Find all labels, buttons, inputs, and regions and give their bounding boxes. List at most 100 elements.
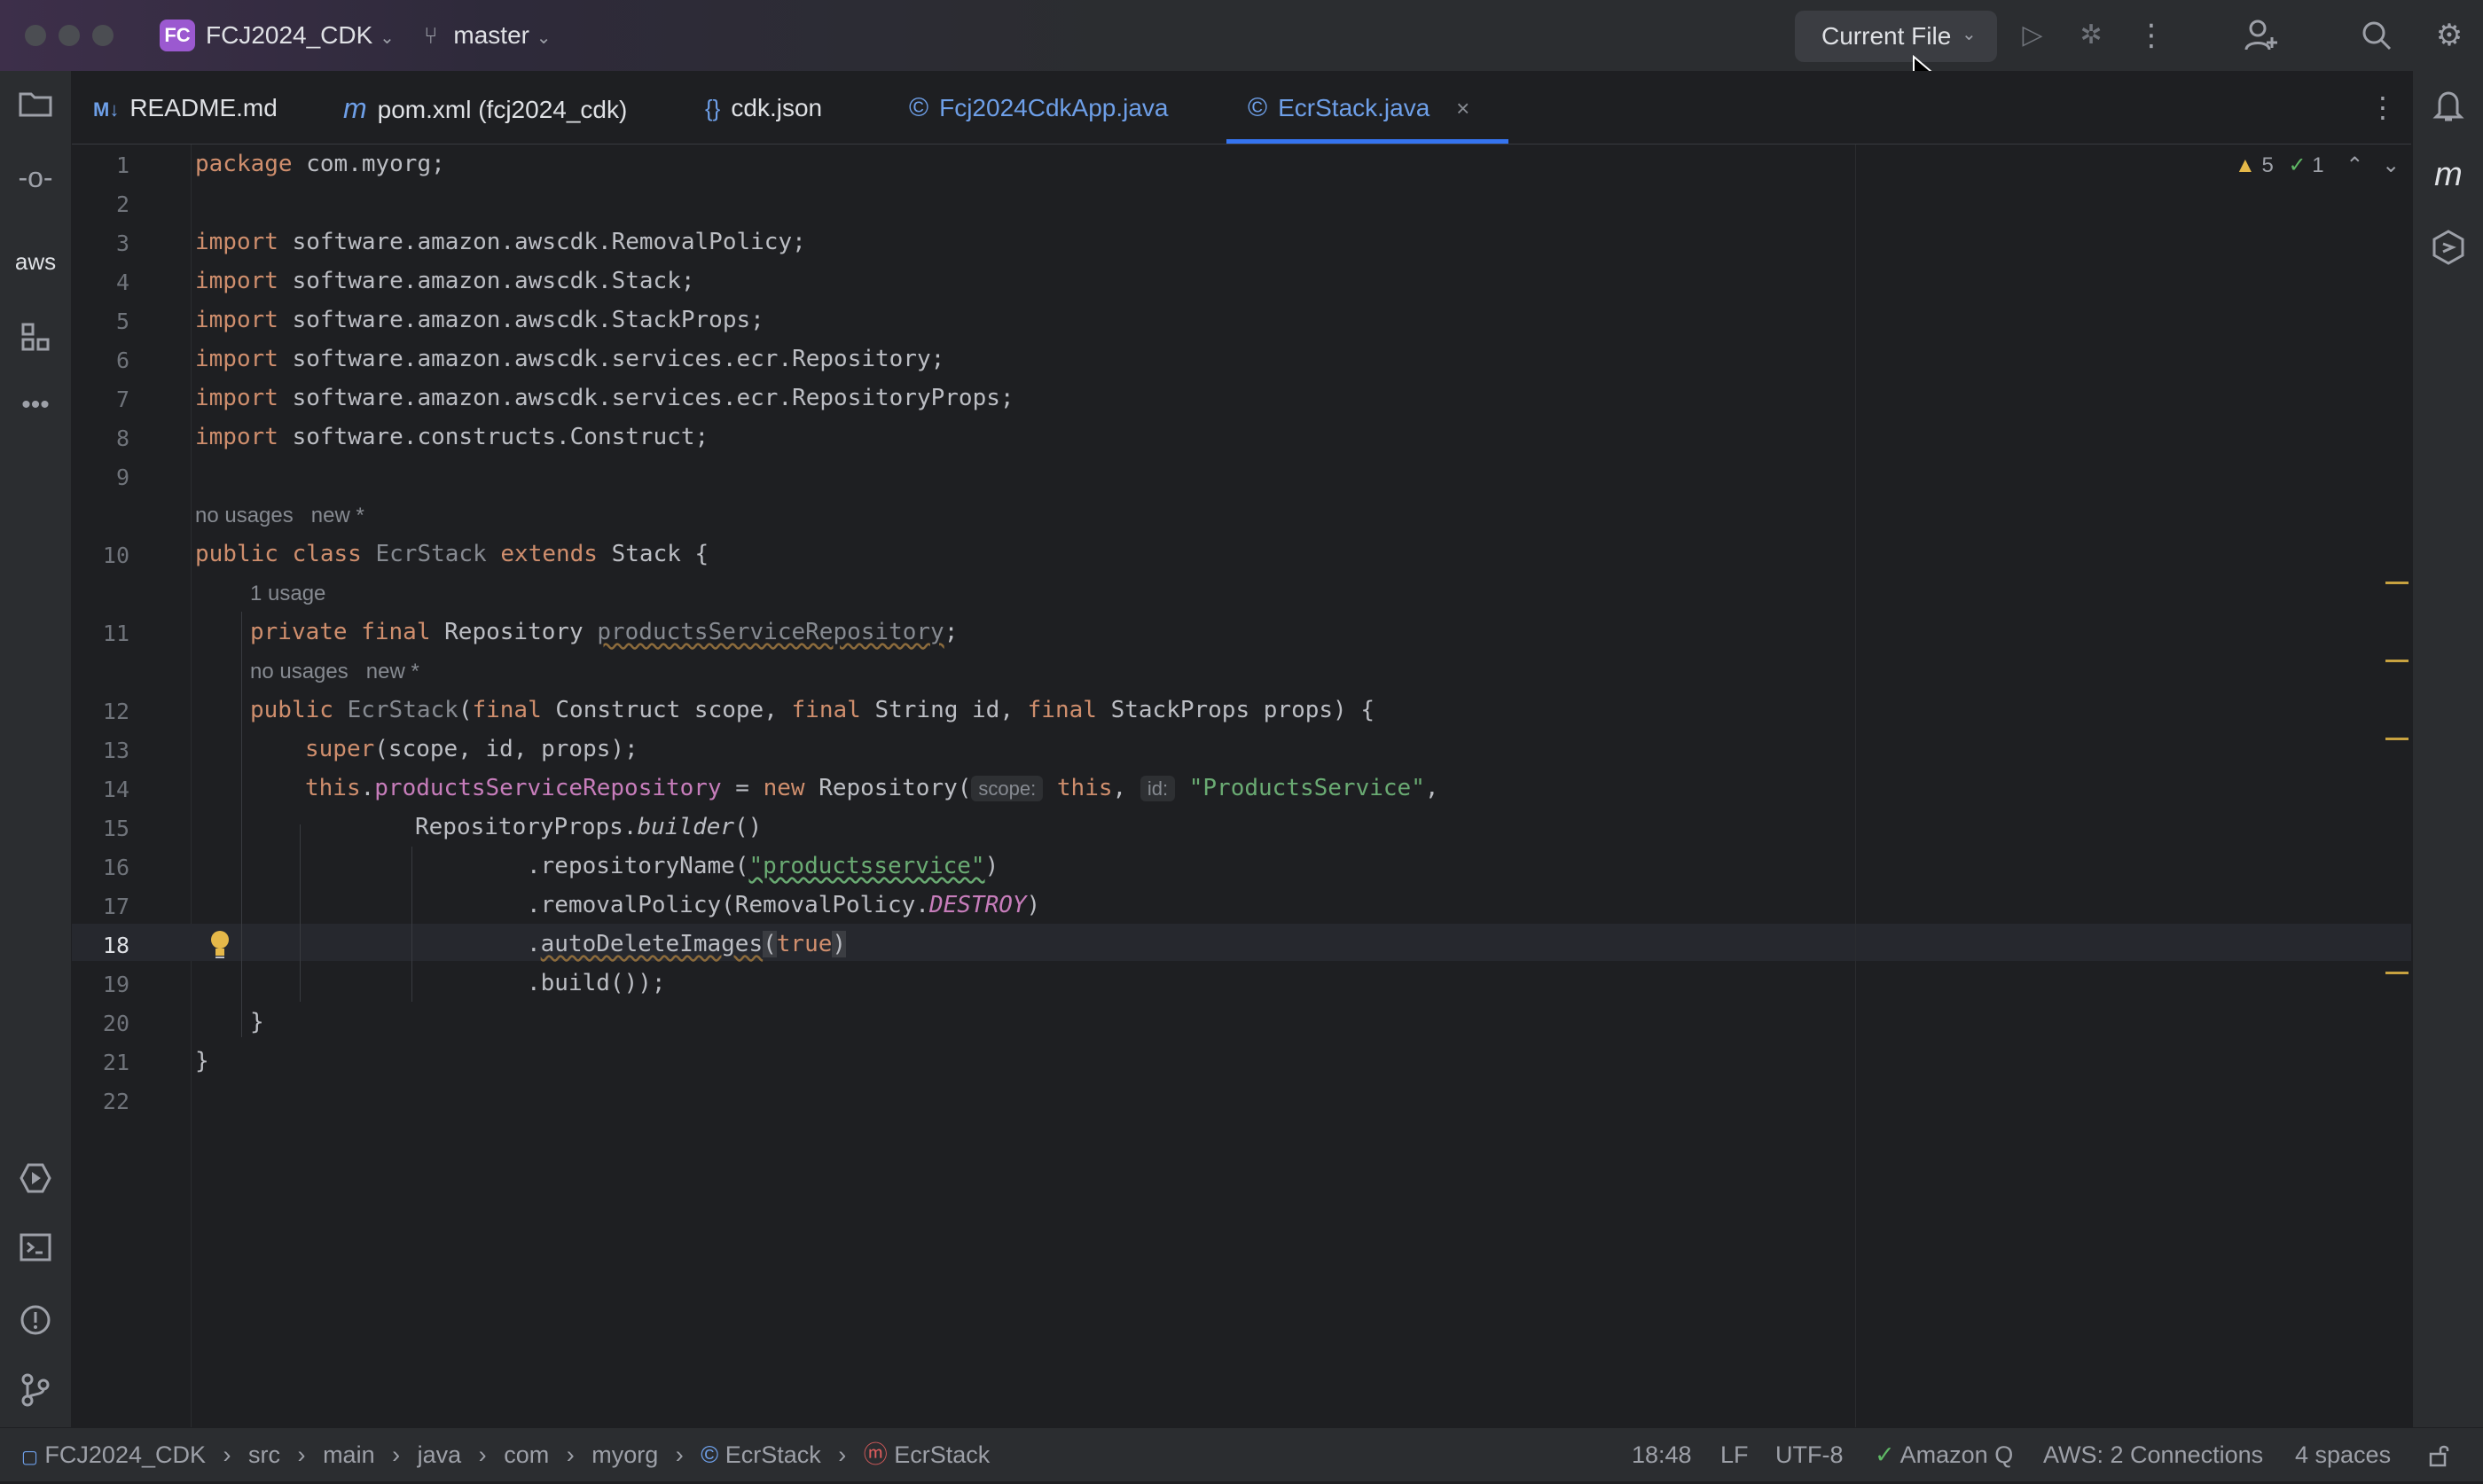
parameter-hint: id:	[1140, 776, 1176, 801]
chevron-down-icon: ⌄	[536, 28, 552, 48]
project-name: FCJ2024_CDK	[206, 21, 373, 49]
maven-icon[interactable]: m	[2413, 156, 2483, 194]
code-line: .build());	[527, 970, 666, 996]
amazon-q-status[interactable]: ✓ Amazon Q	[1875, 1428, 2013, 1481]
notifications-bell-icon[interactable]	[2413, 89, 2483, 132]
tab-pom-xml[interactable]: m pom.xml (fcj2024_cdk)	[343, 71, 627, 144]
code-line: }	[250, 1009, 264, 1035]
breadcrumb-item[interactable]: EcrStack	[725, 1441, 821, 1468]
tab-ecrstack-java[interactable]: © EcrStack.java ×	[1226, 71, 1508, 144]
next-highlight-icon[interactable]: ⌄	[2382, 153, 2400, 177]
breadcrumb-item[interactable]: src	[248, 1441, 280, 1468]
indent-setting[interactable]: 4 spaces	[2295, 1428, 2391, 1481]
usage-hint[interactable]: 1 usage	[250, 582, 325, 606]
chevron-right-icon: ›	[297, 1441, 306, 1468]
settings-gear-icon[interactable]: ⚙	[2430, 0, 2469, 71]
line-number: 8	[115, 426, 129, 451]
line-number: 10	[102, 543, 129, 568]
code-with-me-icon[interactable]	[2244, 18, 2279, 53]
commit-icon[interactable]: -o-	[0, 161, 71, 194]
java-class-icon: ©	[909, 93, 929, 122]
line-separator[interactable]: LF	[1720, 1428, 1749, 1481]
structure-icon[interactable]	[0, 321, 71, 361]
project-badge[interactable]: FC	[160, 20, 195, 51]
editor-tab-bar: M↓ README.md m pom.xml (fcj2024_cdk) {} cdk…	[72, 71, 2411, 144]
previous-highlight-icon[interactable]: ⌃	[2346, 153, 2363, 177]
amazon-q-label: Amazon Q	[1899, 1441, 2014, 1468]
tab-label: Fcj2024CdkApp.java	[939, 94, 1169, 121]
markdown-file-icon: M↓	[93, 98, 120, 121]
breadcrumb-item[interactable]: java	[418, 1441, 462, 1468]
code-line: this.productsServiceRepository = new Rep…	[305, 775, 1439, 801]
terminal-icon[interactable]	[0, 1232, 71, 1270]
warning-marker[interactable]	[2385, 972, 2409, 974]
more-tools-icon[interactable]: •••	[0, 390, 71, 420]
line-number: 5	[115, 309, 129, 334]
project-folder-icon[interactable]	[0, 89, 71, 127]
code-line: public EcrStack(final Construct scope, f…	[250, 697, 1375, 723]
close-tab-icon[interactable]: ×	[1456, 95, 1469, 121]
debug-icon[interactable]: ✲	[2072, 0, 2111, 71]
file-encoding[interactable]: UTF-8	[1775, 1428, 1844, 1481]
line-number: 9	[115, 465, 129, 490]
code-line: RepositoryProps.builder()	[415, 814, 763, 840]
project-selector[interactable]: FCJ2024_CDK ⌄	[206, 0, 395, 74]
search-icon[interactable]	[2361, 20, 2393, 51]
line-number-current: 18	[102, 933, 129, 958]
warning-icon: ▲	[2235, 153, 2256, 177]
usage-hint[interactable]: no usages new *	[250, 660, 419, 684]
problems-icon[interactable]	[0, 1303, 71, 1345]
tab-fcj2024cdkapp-java[interactable]: © Fcj2024CdkApp.java	[909, 71, 1168, 144]
line-number: 2	[115, 191, 129, 217]
run-icon[interactable]: ▷	[2013, 0, 2052, 71]
breadcrumb-item[interactable]: FCJ2024_CDK	[44, 1441, 206, 1468]
code-line-current: .autoDeleteImages(true)	[527, 931, 847, 957]
breadcrumb-item[interactable]: EcrStack	[894, 1441, 990, 1468]
line-number: 1	[115, 152, 129, 178]
warning-marker[interactable]	[2385, 582, 2409, 584]
code-line: package com.myorg;	[195, 151, 445, 177]
code-line: public class EcrStack extends Stack {	[195, 541, 709, 567]
line-number: 17	[102, 894, 129, 919]
breadcrumb-item[interactable]: main	[323, 1441, 375, 1468]
aws-connections[interactable]: AWS: 2 Connections	[2043, 1428, 2263, 1481]
chevron-right-icon: ›	[566, 1441, 575, 1468]
warning-marker[interactable]	[2385, 660, 2409, 662]
status-bar: ▢ FCJ2024_CDK › src › main › java › com …	[0, 1427, 2483, 1481]
chevron-right-icon: ›	[478, 1441, 487, 1468]
lock-icon[interactable]	[2428, 1444, 2451, 1467]
line-number: 7	[115, 387, 129, 412]
code-line: import software.amazon.awscdk.services.e…	[195, 346, 945, 372]
aws-toolkit-icon[interactable]: aws	[0, 248, 71, 276]
parameter-hint: scope:	[971, 776, 1044, 801]
branch-name: master	[453, 21, 529, 49]
check-icon: ✓	[1875, 1441, 1895, 1468]
breadcrumb-item[interactable]: com	[504, 1441, 549, 1468]
more-options-icon[interactable]: ⋮	[2132, 0, 2171, 71]
maximize-window-button[interactable]	[92, 25, 114, 46]
module-icon: ▢	[21, 1448, 38, 1467]
branch-selector[interactable]: ⑂ master ⌄	[424, 0, 552, 74]
tab-readme[interactable]: M↓ README.md	[93, 71, 278, 144]
intention-bulb-icon[interactable]	[208, 929, 232, 959]
git-icon[interactable]	[0, 1372, 71, 1416]
amazon-q-icon[interactable]	[2413, 229, 2483, 274]
usage-hint[interactable]: no usages new *	[195, 504, 364, 528]
warning-marker[interactable]	[2385, 738, 2409, 740]
minimize-window-button[interactable]	[59, 25, 80, 46]
java-class-icon: ©	[701, 1441, 719, 1468]
caret-position[interactable]: 18:48	[1632, 1428, 1692, 1481]
inspection-widget[interactable]: ▲ 5 ✓ 1 ⌃ ⌄	[2235, 152, 2400, 178]
breadcrumb-item[interactable]: myorg	[591, 1441, 658, 1468]
tab-cdk-json[interactable]: {} cdk.json	[705, 71, 822, 144]
close-window-button[interactable]	[25, 25, 46, 46]
tab-label: README.md	[129, 94, 278, 121]
services-run-icon[interactable]	[0, 1161, 71, 1203]
code-line: .repositoryName("productsservice")	[527, 853, 999, 879]
indent-guide	[300, 824, 301, 1002]
code-line: import software.amazon.awscdk.services.e…	[195, 385, 1014, 411]
run-configuration-selector[interactable]: Current File ⌄	[1795, 11, 1997, 62]
tab-label: pom.xml (fcj2024_cdk)	[377, 96, 628, 123]
chevron-right-icon: ›	[838, 1441, 847, 1468]
tab-options-icon[interactable]: ⋮	[2369, 71, 2397, 144]
